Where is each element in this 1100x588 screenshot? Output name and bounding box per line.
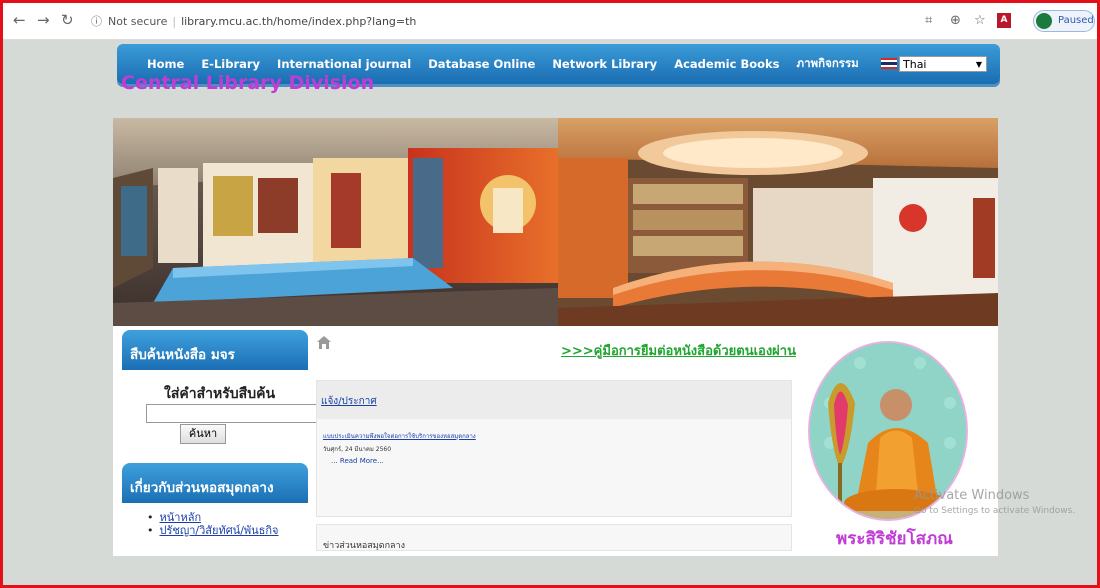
search-box-title: สืบค้นหนังสือ มจร (130, 347, 235, 363)
activate-windows-watermark: Activate Windows Go to Settings to activ… (914, 488, 1075, 516)
address-bar[interactable]: ⓘ Not secure | library.mcu.ac.th/home/index… (91, 11, 891, 33)
library-news-title[interactable]: ข่าวส่วนหอสมุดกลาง (323, 538, 405, 550)
url-text[interactable]: library.mcu.ac.th/home/index.php?lang=th (181, 15, 416, 28)
nav-item-3[interactable]: Database Online (428, 57, 535, 71)
profile-status: Paused (1058, 15, 1094, 26)
search-prompt: ใส่คำสำหรับสืบค้น (164, 386, 276, 402)
watermark-line1: Activate Windows (914, 488, 1030, 503)
reload-icon[interactable]: ↻ (61, 11, 74, 29)
language-value: Thai (903, 58, 927, 71)
bookmark-star-icon[interactable]: ☆ (974, 12, 986, 30)
pdf-extension-icon[interactable]: A (997, 13, 1011, 28)
monk-name: พระสิริชัยโสภณ (836, 529, 953, 549)
chevron-down-icon: ▼ (975, 60, 982, 69)
browser-toolbar: ← → ↻ ⓘ Not secure | library.mcu.ac.th/home… (3, 3, 1097, 40)
sidebar-item-home[interactable]: หน้าหลัก (147, 511, 279, 524)
library-interior-photo (113, 118, 998, 326)
announcement-date: วันศุกร์, 24 มีนาคม 2560 (323, 446, 392, 453)
search-input[interactable] (146, 404, 322, 423)
language-select[interactable]: Thai ▼ (899, 56, 987, 72)
forward-arrow-icon[interactable]: → (37, 11, 50, 29)
announcements-title[interactable]: แจ้ง/ประกาศ (321, 394, 377, 409)
announcements-panel: แจ้ง/ประกาศ แบบประเมินความพึงพอใจต่อการใ… (316, 380, 792, 517)
read-more-link[interactable]: ... Read More... (331, 457, 384, 465)
search-button[interactable]: ค้นหา (180, 424, 226, 444)
about-box-title: เกี่ยวกับส่วนหอสมุดกลาง (130, 480, 274, 496)
about-box-header: เกี่ยวกับส่วนหอสมุดกลาง (122, 463, 308, 503)
avatar (1036, 13, 1052, 29)
nav-item-4[interactable]: Network Library (552, 57, 657, 71)
search-box-header: สืบค้นหนังสือ มจร (122, 330, 308, 370)
about-links: หน้าหลัก ปรัชญา/วิสัยทัศน์/พันธกิจ (147, 511, 279, 537)
banner-image (113, 118, 998, 326)
translate-icon[interactable]: ⌗ (925, 12, 932, 30)
self-borrow-guide-link[interactable]: >>>คู่มือการยืมต่อหนังสือด้วยตนเองผ่าน (561, 340, 796, 361)
zoom-icon[interactable]: ⊕ (950, 12, 961, 30)
library-news-panel: ข่าวส่วนหอสมุดกลาง (316, 524, 792, 551)
nav-item-0[interactable]: Home (147, 57, 184, 71)
watermark-line2: Go to Settings to activate Windows. (914, 506, 1076, 516)
site-title: Central Library Division (121, 72, 375, 94)
announcements-header (317, 381, 791, 419)
nav-item-6[interactable]: ภาพกิจกรรม (797, 55, 859, 73)
home-icon[interactable] (317, 336, 331, 349)
security-label: Not secure (108, 15, 168, 28)
info-icon[interactable]: ⓘ (91, 15, 102, 28)
sidebar-item-philosophy[interactable]: ปรัชญา/วิสัยทัศน์/พันธกิจ (147, 524, 279, 537)
announcement-item-link[interactable]: แบบประเมินความพึงพอใจต่อการใช้บริการของห… (323, 431, 476, 441)
nav-item-1[interactable]: E-Library (201, 57, 260, 71)
profile-button[interactable]: Paused (1033, 10, 1095, 32)
nav-item-2[interactable]: International journal (277, 57, 411, 71)
back-arrow-icon[interactable]: ← (13, 11, 26, 29)
nav-item-5[interactable]: Academic Books (674, 57, 779, 71)
thai-flag-icon (881, 58, 897, 69)
